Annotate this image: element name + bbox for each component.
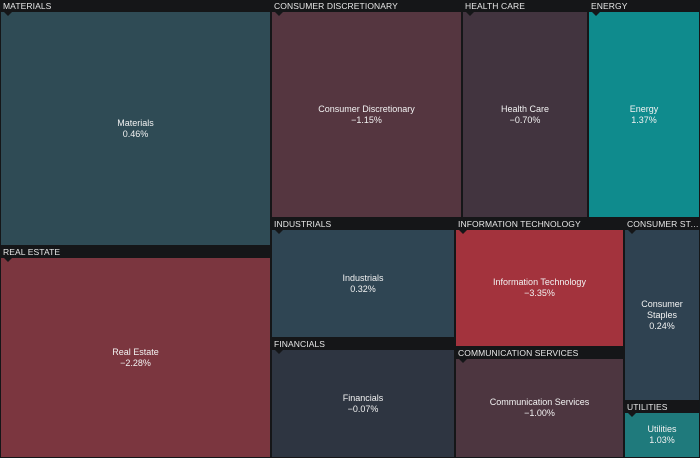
tile-label: Industrials xyxy=(342,272,384,283)
sector-header: UTILITIES xyxy=(627,402,668,412)
sector-energy[interactable]: ENERGY Energy 1.37% xyxy=(588,0,700,218)
tile-label: Real Estate xyxy=(112,346,159,357)
tile-label: Communication Services xyxy=(489,397,590,407)
sector-consumer-discretionary[interactable]: CONSUMER DISCRETIONARY Consumer Discreti… xyxy=(271,0,462,218)
tile-value: 1.37% xyxy=(631,114,657,125)
tile-value: −2.28% xyxy=(120,357,151,368)
tile-consumer-discretionary[interactable]: Consumer Discretionary −1.15% xyxy=(272,12,461,217)
tile-label: Energy xyxy=(629,103,659,114)
sector-utilities[interactable]: UTILITIES Utilities 1.03% xyxy=(624,401,700,458)
sector-header: INFORMATION TECHNOLOGY xyxy=(458,219,581,229)
sector-financials[interactable]: FINANCIALS Financials −0.07% xyxy=(271,338,455,458)
header-notch xyxy=(466,12,474,16)
sector-header: COMMUNICATION SERVICES xyxy=(458,348,579,358)
header-notch xyxy=(275,230,283,234)
tile-value: −3.35% xyxy=(524,288,555,298)
tile-value: −1.15% xyxy=(351,114,382,125)
tile-label: Health Care xyxy=(500,103,550,114)
sector-information-technology[interactable]: INFORMATION TECHNOLOGY Information Techn… xyxy=(455,218,624,347)
tile-value: −0.07% xyxy=(347,403,379,414)
tile-consumer-staples[interactable]: Consumer Staples 0.24% xyxy=(625,230,699,400)
sector-header: HEALTH CARE xyxy=(465,1,525,11)
sector-treemap: MATERIALS Materials 0.46% REAL ESTATE Re… xyxy=(0,0,700,458)
header-notch xyxy=(459,359,467,363)
sector-materials[interactable]: MATERIALS Materials 0.46% xyxy=(0,0,271,246)
header-notch xyxy=(275,12,283,16)
tile-real-estate[interactable]: Real Estate −2.28% xyxy=(1,258,270,457)
tile-value: 0.46% xyxy=(122,128,149,139)
header-notch xyxy=(4,258,12,262)
tile-health-care[interactable]: Health Care −0.70% xyxy=(463,12,587,217)
tile-value: −1.00% xyxy=(524,408,555,418)
tile-utilities[interactable]: Utilities 1.03% xyxy=(625,413,699,457)
tile-label: Information Technology xyxy=(493,277,586,287)
tile-materials[interactable]: Materials 0.46% xyxy=(1,12,270,245)
sector-consumer-staples[interactable]: CONSUMER STAPLES Consumer Staples 0.24% xyxy=(624,218,700,401)
header-notch xyxy=(275,350,283,354)
tile-industrials[interactable]: Industrials 0.32% xyxy=(272,230,454,337)
sector-health-care[interactable]: HEALTH CARE Health Care −0.70% xyxy=(462,0,588,218)
tile-value: −0.70% xyxy=(509,114,541,125)
tile-label: Consumer Discretionary xyxy=(318,103,415,114)
tile-energy[interactable]: Energy 1.37% xyxy=(589,12,699,217)
sector-header: INDUSTRIALS xyxy=(274,219,332,229)
sector-header: ENERGY xyxy=(591,1,628,11)
sector-industrials[interactable]: INDUSTRIALS Industrials 0.32% xyxy=(271,218,455,338)
tile-value: 1.03% xyxy=(649,435,675,445)
sector-header: CONSUMER DISCRETIONARY xyxy=(274,1,398,11)
header-notch xyxy=(4,12,12,16)
header-notch xyxy=(592,12,600,16)
tile-label: Materials xyxy=(117,117,154,128)
header-notch xyxy=(628,413,636,417)
sector-header: REAL ESTATE xyxy=(3,247,61,257)
tile-communication-services[interactable]: Communication Services −1.00% xyxy=(456,359,623,457)
sector-real-estate[interactable]: REAL ESTATE Real Estate −2.28% xyxy=(0,246,271,458)
tile-label: Consumer Staples xyxy=(641,298,683,320)
tile-value: 0.24% xyxy=(649,320,675,331)
sector-header: MATERIALS xyxy=(3,1,52,11)
header-notch xyxy=(628,230,636,234)
tile-financials[interactable]: Financials −0.07% xyxy=(272,350,454,457)
tile-label: Utilities xyxy=(647,424,677,434)
tile-label: Financials xyxy=(342,392,384,403)
header-notch xyxy=(459,230,467,234)
tile-value: 0.32% xyxy=(350,283,376,294)
sector-header: CONSUMER STAPLES xyxy=(627,219,700,229)
tile-information-technology[interactable]: Information Technology −3.35% xyxy=(456,230,623,346)
sector-header: FINANCIALS xyxy=(274,339,326,349)
sector-communication-services[interactable]: COMMUNICATION SERVICES Communication Ser… xyxy=(455,347,624,458)
